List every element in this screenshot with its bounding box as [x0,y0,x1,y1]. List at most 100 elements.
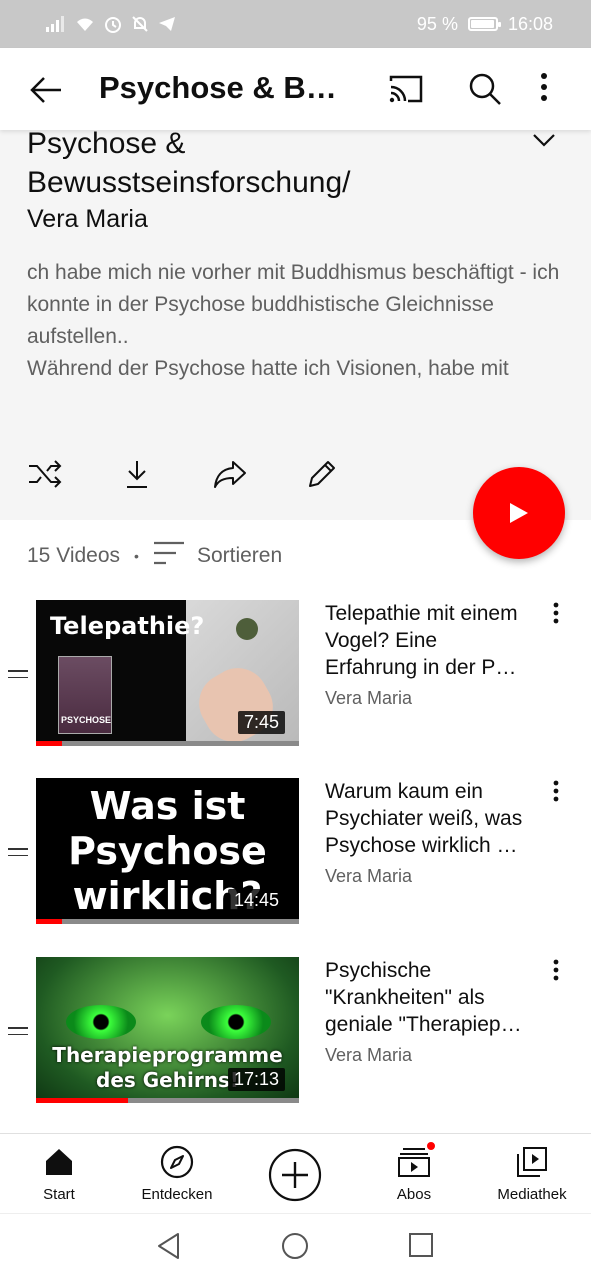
video-channel[interactable]: Vera Maria [325,1045,412,1066]
video-thumbnail[interactable]: Telepathie? PSYCHOSE 7:45 [36,600,299,746]
battery-percent: 95 % [416,13,458,34]
share-icon [214,461,246,488]
nav-abos[interactable]: Abos [359,1140,469,1203]
nav-label: Mediathek [497,1186,567,1203]
playlist-meta-row: 15 Videos • Sortieren [27,540,282,572]
video-item[interactable]: Was ist Psychose wirklich? 14:45 Warum k… [0,778,591,928]
play-icon [510,503,528,523]
chevron-down-icon [533,134,555,147]
nav-label: Entdecken [141,1186,213,1203]
download-icon [127,461,147,488]
back-button[interactable] [28,72,64,108]
telegram-icon [159,17,175,31]
arrow-left-icon [30,77,61,103]
play-all-button[interactable] [473,467,565,559]
thumb-text-line: Was ist [89,784,246,828]
alarm-icon [105,17,121,33]
triangle-back-icon [158,1233,179,1259]
thumb-text-line: Therapieprogramme [52,1043,283,1067]
video-thumbnail[interactable]: Was ist Psychose wirklich? 14:45 [36,778,299,924]
drag-handle-icon[interactable] [8,1027,28,1040]
more-vertical-icon [553,780,559,802]
video-title[interactable]: Psychische "Krankheiten" als geniale "Th… [325,957,535,1038]
home-icon [46,1149,72,1175]
share-button[interactable] [212,456,248,492]
wifi-icon [77,18,93,31]
square-recents-icon [409,1233,433,1257]
compass-icon [160,1145,194,1179]
video-duration: 14:45 [227,889,285,912]
watch-progress-fill [36,1098,129,1103]
thumb-eye-left [66,1005,136,1039]
download-button[interactable] [119,456,155,492]
more-options-button[interactable] [540,72,548,107]
video-title[interactable]: Warum kaum ein Psychiater weiß, was Psyc… [325,778,535,859]
video-more-button[interactable] [553,602,559,629]
system-navigation-bar [0,1213,591,1280]
clock: 16:08 [507,13,553,34]
shuffle-icon [29,460,62,488]
sort-button[interactable] [153,541,185,571]
video-thumbnail[interactable]: Therapieprogramme des Gehirns! 17:13 [36,957,299,1103]
video-more-button[interactable] [553,780,559,807]
more-vertical-icon [553,602,559,624]
search-icon [469,73,501,105]
status-icons [46,15,176,33]
watch-progress-fill [36,919,63,924]
thumb-bird [236,618,258,640]
library-icon [517,1147,547,1177]
signal-icon [46,16,64,32]
subscriptions-icon [398,1148,430,1177]
expand-description-button[interactable] [532,132,556,153]
video-count: 15 Videos [27,544,121,567]
separator-dot: • [134,548,139,564]
shuffle-button[interactable] [27,456,63,492]
mute-bell-icon [132,16,148,32]
thumb-book: PSYCHOSE [58,656,112,734]
battery-icon [467,17,501,31]
sort-label[interactable]: Sortieren [197,544,282,568]
nav-label: Start [43,1186,75,1203]
system-back-button[interactable] [156,1232,182,1265]
video-channel[interactable]: Vera Maria [325,688,412,709]
nav-start[interactable]: Start [4,1144,114,1203]
cast-icon [389,75,423,103]
cast-button[interactable] [388,74,424,109]
drag-handle-icon[interactable] [8,670,28,683]
app-bar: Psychose & B… [0,48,591,130]
video-item[interactable]: Therapieprogramme des Gehirns! 17:13 Psy… [0,957,591,1107]
thumb-text-line: Psychose [68,829,267,873]
nav-label: Abos [396,1186,432,1203]
video-duration: 7:45 [237,711,285,734]
video-channel[interactable]: Vera Maria [325,866,412,887]
watch-progress-bar [36,1098,299,1103]
page-title: Psychose & B… [99,70,337,105]
nav-create[interactable] [240,1148,350,1202]
sort-icon [153,541,184,565]
status-bar: 95 % 16:08 [0,0,591,48]
video-item[interactable]: Telepathie? PSYCHOSE 7:45 Telepathie mit… [0,600,591,750]
battery-fill [470,20,494,28]
edit-button[interactable] [304,456,340,492]
bottom-navigation: Start Entdecken Abos Mediathek [0,1133,591,1213]
search-button[interactable] [468,72,502,111]
drag-handle-icon[interactable] [8,848,28,861]
pencil-icon [309,461,335,487]
video-more-button[interactable] [553,959,559,986]
thumb-book-text: PSYCHOSE [61,715,112,725]
watch-progress-fill [36,741,63,746]
playlist-description: ch habe mich nie vorher mit Buddhismus b… [27,261,560,380]
watch-progress-bar [36,741,299,746]
playlist-title: Psychose & Bewusstseinsforschung/ [27,127,351,199]
create-icon [268,1148,322,1202]
notification-dot [425,1140,437,1152]
playlist-owner[interactable]: Vera Maria [27,205,148,234]
thumb-text: Telepathie? [50,612,205,640]
nav-mediathek[interactable]: Mediathek [477,1144,587,1203]
system-recents-button[interactable] [408,1232,434,1263]
nav-entdecken[interactable]: Entdecken [122,1144,232,1203]
video-duration: 17:13 [227,1068,285,1091]
system-home-button[interactable] [281,1232,309,1265]
circle-home-icon [282,1233,308,1259]
video-title[interactable]: Telepathie mit einem Vogel? Eine Erfahru… [325,600,535,681]
